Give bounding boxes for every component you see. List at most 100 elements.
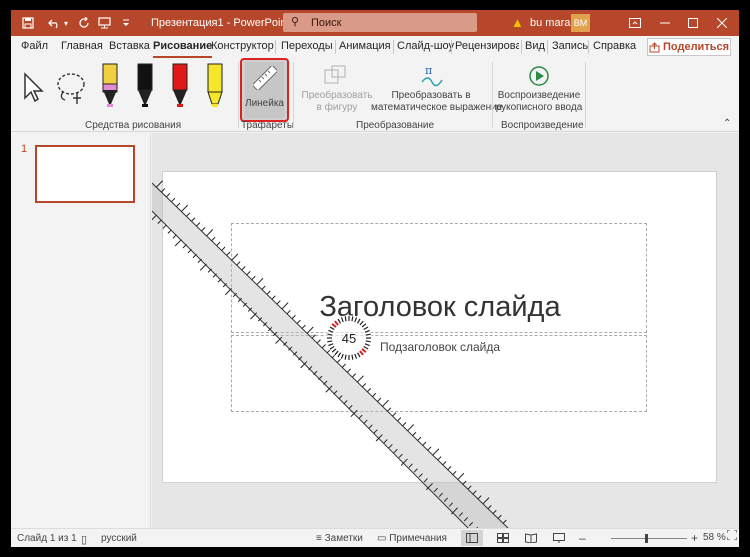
tab-design[interactable]: Конструктор (211, 40, 274, 52)
ruler-icon (253, 66, 277, 90)
normal-view-button[interactable] (461, 530, 483, 546)
zoom-out-icon[interactable]: – (579, 531, 586, 545)
present-from-start-icon[interactable] (95, 14, 113, 32)
ink-replay-icon (529, 66, 549, 86)
maximize-icon[interactable] (679, 14, 707, 32)
redo-icon[interactable] (75, 14, 93, 32)
ink-replay-line2: рукописного ввода (495, 102, 583, 113)
slide-count: Слайд 1 из 1 (17, 533, 77, 544)
slide-sorter-icon[interactable] (497, 533, 509, 546)
status-bar: Слайд 1 из 1 ▯ русский ≡ Заметки ▭ Приме… (11, 528, 739, 547)
ink-replay-button[interactable]: Воспроизведение рукописного ввода (496, 62, 582, 118)
slide-thumbnail[interactable] (35, 145, 135, 203)
tab-file[interactable]: Файл (21, 40, 48, 52)
search-placeholder: Поиск (311, 17, 342, 29)
title-placeholder[interactable]: Заголовок слайда (231, 223, 647, 333)
group-label-drawing-tools: Средства рисования (85, 120, 182, 131)
zoom-level[interactable]: 58 % (703, 532, 726, 543)
tab-separator (588, 40, 589, 54)
ruler-tick (482, 497, 490, 505)
slide[interactable]: Заголовок слайда Подзаголовок слайда (162, 171, 717, 483)
group-label-replay: Воспроизведение (501, 120, 584, 131)
avatar[interactable]: BM (571, 14, 590, 32)
select-tool-icon[interactable] (21, 70, 47, 104)
user-name[interactable]: bu mara (530, 17, 570, 29)
ruler-tick (152, 214, 157, 221)
slide-number: 1 (21, 143, 28, 155)
comments-button[interactable]: ▭ Примечания (377, 533, 447, 544)
ribbon-display-options-icon[interactable] (621, 14, 649, 32)
tab-home[interactable]: Главная (61, 40, 103, 52)
tab-record[interactable]: Запись (552, 40, 588, 52)
pen-black-icon[interactable] (134, 62, 156, 112)
close-icon[interactable] (708, 14, 736, 32)
tab-view[interactable]: Вид (525, 40, 545, 52)
tab-animations[interactable]: Анимация (339, 40, 391, 52)
comments-label: Примечания (389, 533, 447, 544)
convert-to-math-button[interactable]: π Преобразовать в математическое выражен… (371, 62, 503, 118)
ruler-tick (477, 495, 482, 500)
zoom-in-icon[interactable]: + (691, 531, 698, 545)
share-button[interactable]: Поделиться (647, 38, 731, 56)
comments-icon: ▭ (377, 533, 390, 544)
subtitle-placeholder[interactable]: Подзаголовок слайда (231, 335, 647, 412)
ruler-tick (487, 505, 492, 510)
notes-label: Заметки (324, 533, 363, 544)
convert-to-math-line2: математическое выражение (371, 102, 503, 113)
reading-view-icon[interactable] (525, 533, 537, 546)
ruler-button[interactable]: Линейка (240, 58, 289, 122)
tab-insert[interactable]: Вставка (109, 40, 150, 52)
search-icon: ⚲ (291, 16, 300, 28)
tab-slideshow[interactable]: Слайд-шоу (397, 40, 454, 52)
ruler-tick (448, 502, 453, 507)
zoom-slider-thumb[interactable] (645, 534, 648, 543)
convert-to-shape-button[interactable]: Преобразовать в фигуру (302, 62, 372, 118)
tab-separator (275, 40, 276, 54)
zoom-slider[interactable] (611, 538, 687, 539)
ribbon-tabs: Файл Главная Вставка Рисование Конструкт… (11, 36, 739, 58)
pen-red-icon[interactable] (169, 62, 191, 112)
ruler-tick (157, 219, 162, 224)
ruler-label: Линейка (245, 98, 284, 109)
powerpoint-window: ▾ Презентация1 - PowerPoint ⚲ Поиск ▲ bu… (11, 10, 739, 547)
highlighter-yellow-icon[interactable] (204, 62, 226, 112)
group-label-convert: Преобразование (356, 120, 435, 131)
share-icon (649, 41, 660, 52)
spellcheck-icon[interactable]: ▯ (81, 533, 87, 546)
ruler-tick (468, 521, 474, 527)
collapse-ribbon-icon[interactable]: ⌃ (723, 118, 731, 129)
ruler-tick (497, 514, 502, 520)
document-title: Презентация1 - PowerPoint (151, 17, 290, 29)
ink-replay-line1: Воспроизведение (497, 90, 581, 101)
slideshow-view-icon[interactable] (553, 533, 565, 546)
language-status[interactable]: русский (101, 533, 137, 544)
slide-title[interactable]: Заголовок слайда (232, 291, 648, 324)
tab-review[interactable]: Рецензирова (455, 40, 519, 52)
tab-help[interactable]: Справка (593, 40, 636, 52)
ruler-tick (438, 492, 443, 498)
customize-toolbar-icon[interactable] (117, 14, 135, 32)
tab-draw[interactable]: Рисование (153, 40, 213, 58)
ruler-tick (425, 482, 433, 491)
tab-separator (547, 40, 548, 54)
group-separator (293, 62, 294, 128)
fit-slide-icon[interactable] (726, 529, 738, 543)
lasso-select-icon[interactable] (55, 70, 89, 104)
slide-subtitle[interactable]: Подзаголовок слайда (232, 340, 648, 354)
undo-icon[interactable] (45, 14, 63, 32)
convert-to-shape-line1: Преобразовать (301, 90, 373, 101)
slide-thumbnail-pane: 1 (11, 133, 151, 528)
minimize-icon[interactable] (651, 14, 679, 32)
tab-transitions[interactable]: Переходы (281, 40, 333, 52)
undo-dropdown-icon[interactable]: ▾ (62, 14, 70, 32)
title-bar: ▾ Презентация1 - PowerPoint ⚲ Поиск ▲ bu… (11, 10, 739, 36)
search-input[interactable]: ⚲ Поиск (283, 13, 477, 32)
group-separator (585, 62, 586, 128)
convert-to-math-line1: Преобразовать в (391, 90, 471, 101)
normal-view-icon (466, 533, 478, 543)
warning-icon[interactable]: ▲ (511, 15, 524, 30)
ruler-tick (492, 509, 497, 515)
pencil-pink-icon[interactable] (99, 62, 121, 112)
autosave-icon[interactable] (19, 14, 37, 32)
notes-button[interactable]: ≡ Заметки (316, 533, 363, 544)
